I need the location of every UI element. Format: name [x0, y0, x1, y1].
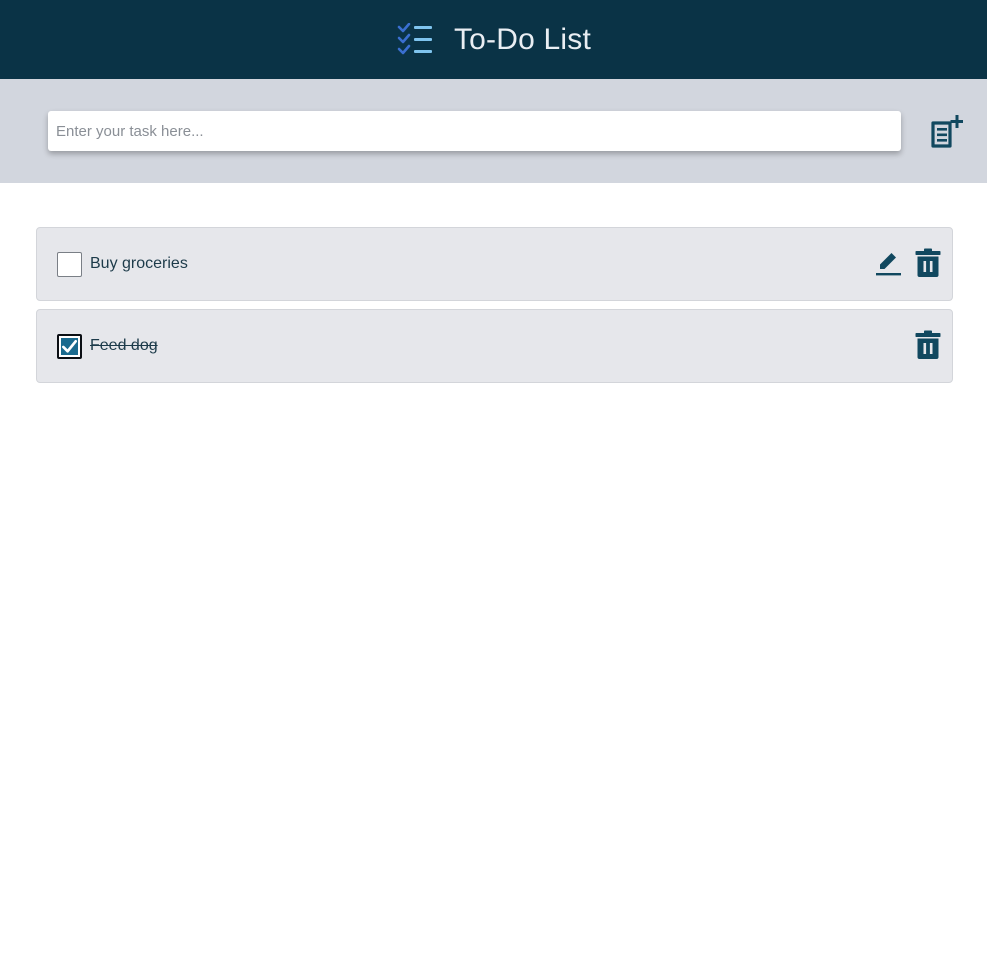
- edit-task-button[interactable]: [873, 248, 903, 280]
- checklist-icon: [396, 22, 434, 58]
- task-checkbox[interactable]: [57, 334, 82, 359]
- task-input[interactable]: [48, 111, 901, 151]
- task-input-bar: [0, 79, 987, 183]
- trash-icon: [915, 248, 941, 281]
- delete-task-button[interactable]: [913, 330, 943, 362]
- pencil-icon: [874, 249, 902, 280]
- checkmark-icon: [61, 339, 78, 353]
- task-list: Buy groceries Feed dog: [36, 227, 953, 391]
- app-header: To-Do List: [0, 0, 987, 79]
- task-label: Feed dog: [90, 337, 158, 354]
- task-checkbox[interactable]: [57, 252, 82, 277]
- add-note-icon: [929, 114, 964, 151]
- task-label: Buy groceries: [90, 255, 188, 272]
- trash-icon: [915, 330, 941, 363]
- add-task-button[interactable]: [927, 113, 965, 151]
- task-item: Buy groceries: [36, 227, 953, 301]
- page-title: To-Do List: [453, 22, 592, 56]
- delete-task-button[interactable]: [913, 248, 943, 280]
- task-item: Feed dog: [36, 309, 953, 383]
